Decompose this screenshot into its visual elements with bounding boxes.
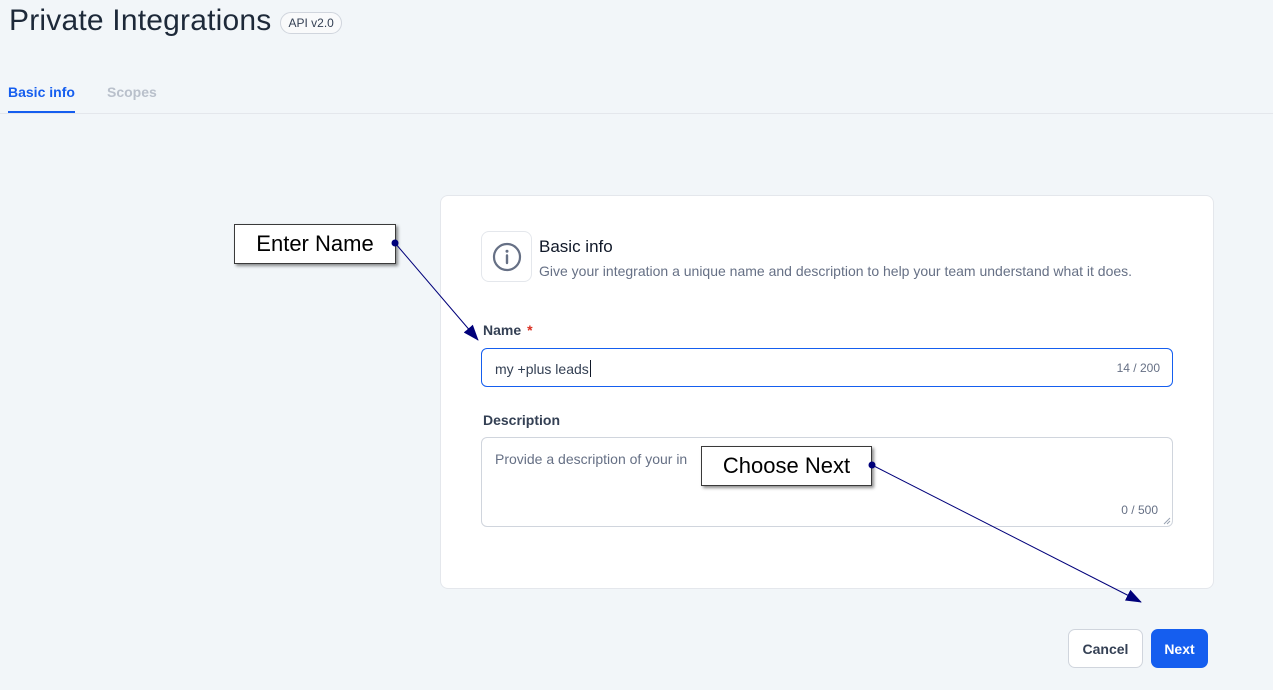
cancel-button[interactable]: Cancel: [1068, 629, 1143, 668]
active-tab-indicator: [8, 111, 75, 113]
api-version-badge: API v2.0: [280, 12, 342, 34]
name-label: Name *: [483, 322, 533, 338]
next-button[interactable]: Next: [1151, 629, 1208, 668]
description-char-counter: 0 / 500: [1121, 503, 1158, 517]
resize-grip-icon[interactable]: [1163, 517, 1171, 525]
section-subtitle: Give your integration a unique name and …: [539, 263, 1133, 279]
name-label-text: Name: [483, 322, 522, 338]
enter-name-callout: Enter Name: [234, 224, 396, 264]
info-icon: [481, 231, 532, 282]
name-input-value: my +plus leads: [495, 360, 591, 377]
name-value-text: my +plus leads: [495, 361, 589, 377]
section-title: Basic info: [539, 237, 613, 256]
name-char-counter: 14 / 200: [1116, 361, 1160, 375]
choose-next-callout: Choose Next: [701, 446, 872, 486]
description-placeholder: Provide a description of your in: [495, 451, 688, 467]
tab-basic-info[interactable]: Basic info: [8, 84, 75, 100]
tab-bar: Basic info Scopes: [0, 72, 1273, 114]
description-label: Description: [483, 412, 561, 428]
tab-scopes[interactable]: Scopes: [107, 84, 157, 100]
page-header: Private Integrations API v2.0: [9, 4, 342, 38]
basic-info-card: Basic info Give your integration a uniqu…: [440, 195, 1214, 589]
required-asterisk: *: [527, 322, 533, 338]
name-input[interactable]: my +plus leads 14 / 200: [481, 348, 1173, 387]
page-title: Private Integrations: [9, 4, 272, 37]
text-caret: [589, 360, 591, 377]
